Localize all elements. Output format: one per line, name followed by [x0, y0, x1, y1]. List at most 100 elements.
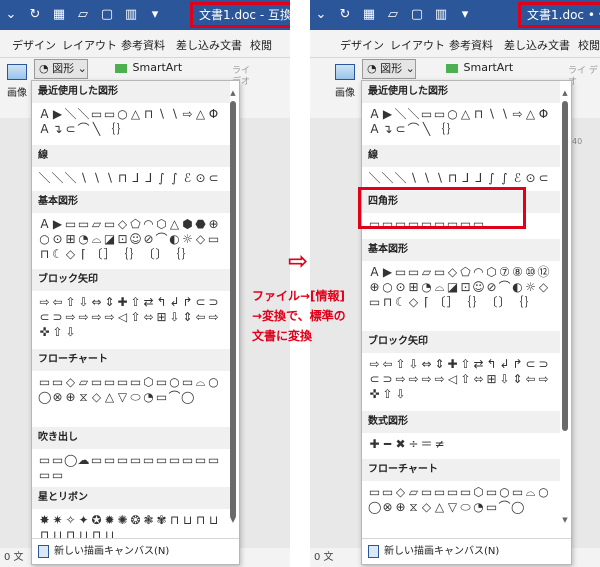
- shape-option[interactable]: ⊂: [38, 310, 51, 325]
- shape-option[interactable]: ⌓: [524, 485, 537, 500]
- shape-option[interactable]: ᒧ: [142, 171, 155, 186]
- shape-option[interactable]: ⌒: [155, 232, 168, 247]
- shape-option[interactable]: ━: [381, 437, 394, 452]
- shape-option[interactable]: ▭: [433, 265, 446, 280]
- shape-option[interactable]: ▭: [77, 217, 90, 232]
- scroll-thumb[interactable]: [562, 101, 568, 431]
- shape-option[interactable]: ⇧: [381, 387, 394, 402]
- table-icon[interactable]: ▦: [52, 6, 66, 24]
- shape-option[interactable]: ▱: [420, 265, 433, 280]
- shape-option[interactable]: ⊂: [394, 122, 407, 137]
- shape-option[interactable]: ᒧ: [129, 171, 142, 186]
- shape-option[interactable]: ▭: [381, 485, 394, 500]
- online-video-button[interactable]: ライ デオ: [568, 66, 600, 88]
- shape-option[interactable]: ⬢: [181, 217, 194, 232]
- shape-option[interactable]: ⇨: [537, 372, 550, 387]
- shape-option[interactable]: ▭: [207, 232, 220, 247]
- shape-option[interactable]: ↰: [155, 295, 168, 310]
- redo-icon[interactable]: ↻: [338, 6, 352, 24]
- shape-option[interactable]: ▭: [485, 485, 498, 500]
- shape-option[interactable]: ⊘: [142, 232, 155, 247]
- shape-option[interactable]: ⌒: [168, 390, 181, 405]
- gallery-scrollbar[interactable]: ▲ ▼: [229, 89, 237, 524]
- shape-option[interactable]: ⬡: [485, 265, 498, 280]
- shape-option[interactable]: ▭: [420, 107, 433, 122]
- shape-option[interactable]: ⊓: [168, 513, 181, 528]
- shape-option[interactable]: ＼: [394, 171, 407, 186]
- gallery-scrollbar[interactable]: ▲ ▼: [561, 89, 569, 524]
- shape-option[interactable]: ⊙: [524, 171, 537, 186]
- shape-option[interactable]: ▭: [181, 375, 194, 390]
- shape-option[interactable]: ▭: [90, 375, 103, 390]
- shape-option[interactable]: ⇩: [394, 387, 407, 402]
- shape-option[interactable]: ⇕: [511, 372, 524, 387]
- shape-option[interactable]: ⧖: [77, 390, 90, 405]
- shapes-dropdown-button[interactable]: ◔ 図形 ⌄: [362, 59, 416, 79]
- shape-option[interactable]: ⊡: [459, 280, 472, 295]
- shape-option[interactable]: ｝: [472, 295, 485, 310]
- shape-option[interactable]: ⇨: [511, 107, 524, 122]
- shape-option[interactable]: ◇: [420, 500, 433, 515]
- shape-option[interactable]: ⬡: [142, 375, 155, 390]
- shape-option[interactable]: ▱: [90, 217, 103, 232]
- shape-option[interactable]: ▭: [459, 485, 472, 500]
- shape-option[interactable]: ℰ: [181, 171, 194, 186]
- shape-option[interactable]: ∖: [155, 107, 168, 122]
- scroll-up-icon[interactable]: ▲: [229, 89, 237, 97]
- shape-option[interactable]: ⊞: [485, 372, 498, 387]
- shape-option[interactable]: ▭: [51, 468, 64, 483]
- shape-option[interactable]: ◪: [103, 232, 116, 247]
- shape-option[interactable]: ⊓: [142, 107, 155, 122]
- shape-option[interactable]: ⇨: [103, 310, 116, 325]
- shape-option[interactable]: ］: [103, 247, 116, 262]
- shape-option[interactable]: ∫: [155, 171, 168, 186]
- shape-option[interactable]: ╲: [90, 122, 103, 137]
- shape-option[interactable]: ⌓: [194, 375, 207, 390]
- shape-option[interactable]: △: [459, 107, 472, 122]
- shape-option[interactable]: ⬭: [459, 500, 472, 515]
- shape-option[interactable]: ▭: [129, 453, 142, 468]
- shape-option[interactable]: ≠: [433, 437, 446, 452]
- shape-option[interactable]: ⇄: [142, 295, 155, 310]
- shape-option[interactable]: ⊞: [407, 280, 420, 295]
- shape-option[interactable]: ▭: [194, 453, 207, 468]
- shape-option[interactable]: ✜: [38, 325, 51, 340]
- scroll-down-icon[interactable]: ▼: [561, 516, 569, 524]
- shape-option[interactable]: 〕: [155, 247, 168, 262]
- shape-option[interactable]: ⇧: [51, 325, 64, 340]
- shape-option[interactable]: ⇄: [472, 357, 485, 372]
- tab-review[interactable]: 校閲: [578, 37, 600, 53]
- shape-option[interactable]: ＼: [64, 171, 77, 186]
- shape-option[interactable]: ↴: [51, 122, 64, 137]
- customize-icon[interactable]: ▾: [148, 6, 162, 24]
- shape-option[interactable]: ∖: [433, 171, 446, 186]
- shape-option[interactable]: ☁: [77, 453, 90, 468]
- shape-option[interactable]: ∖: [103, 171, 116, 186]
- shape-option[interactable]: ⇩: [407, 357, 420, 372]
- shape-option[interactable]: ▭: [433, 485, 446, 500]
- shape-option[interactable]: ⇨: [38, 295, 51, 310]
- shape-option[interactable]: ∖: [407, 171, 420, 186]
- shape-option[interactable]: ▭: [38, 468, 51, 483]
- shape-option[interactable]: ⇨: [90, 310, 103, 325]
- shape-option[interactable]: ✹: [103, 513, 116, 528]
- redo-icon[interactable]: ↻: [28, 6, 42, 24]
- new-drawing-canvas-link[interactable]: 新しい描画キャンバス(N): [362, 538, 571, 564]
- shape-option[interactable]: ⇩: [498, 372, 511, 387]
- print-icon[interactable]: ▥: [434, 6, 448, 24]
- shape-option[interactable]: ▱: [77, 375, 90, 390]
- shape-option[interactable]: ◇: [394, 485, 407, 500]
- shape-option[interactable]: ◯: [511, 500, 524, 515]
- shape-option[interactable]: A: [368, 122, 381, 137]
- shape-option[interactable]: ❃: [142, 513, 155, 528]
- shape-option[interactable]: ⇩: [64, 325, 77, 340]
- scroll-down-icon[interactable]: ▼: [229, 516, 237, 524]
- shape-option[interactable]: ⬡: [472, 485, 485, 500]
- shape-option[interactable]: ◔: [420, 280, 433, 295]
- shape-option[interactable]: ◠: [472, 265, 485, 280]
- shape-option[interactable]: ⇔: [420, 357, 433, 372]
- scroll-up-icon[interactable]: ▲: [561, 89, 569, 97]
- shape-option[interactable]: ⇨: [207, 310, 220, 325]
- shape-option[interactable]: ⇨: [394, 372, 407, 387]
- tab-review[interactable]: 校閲: [250, 37, 272, 53]
